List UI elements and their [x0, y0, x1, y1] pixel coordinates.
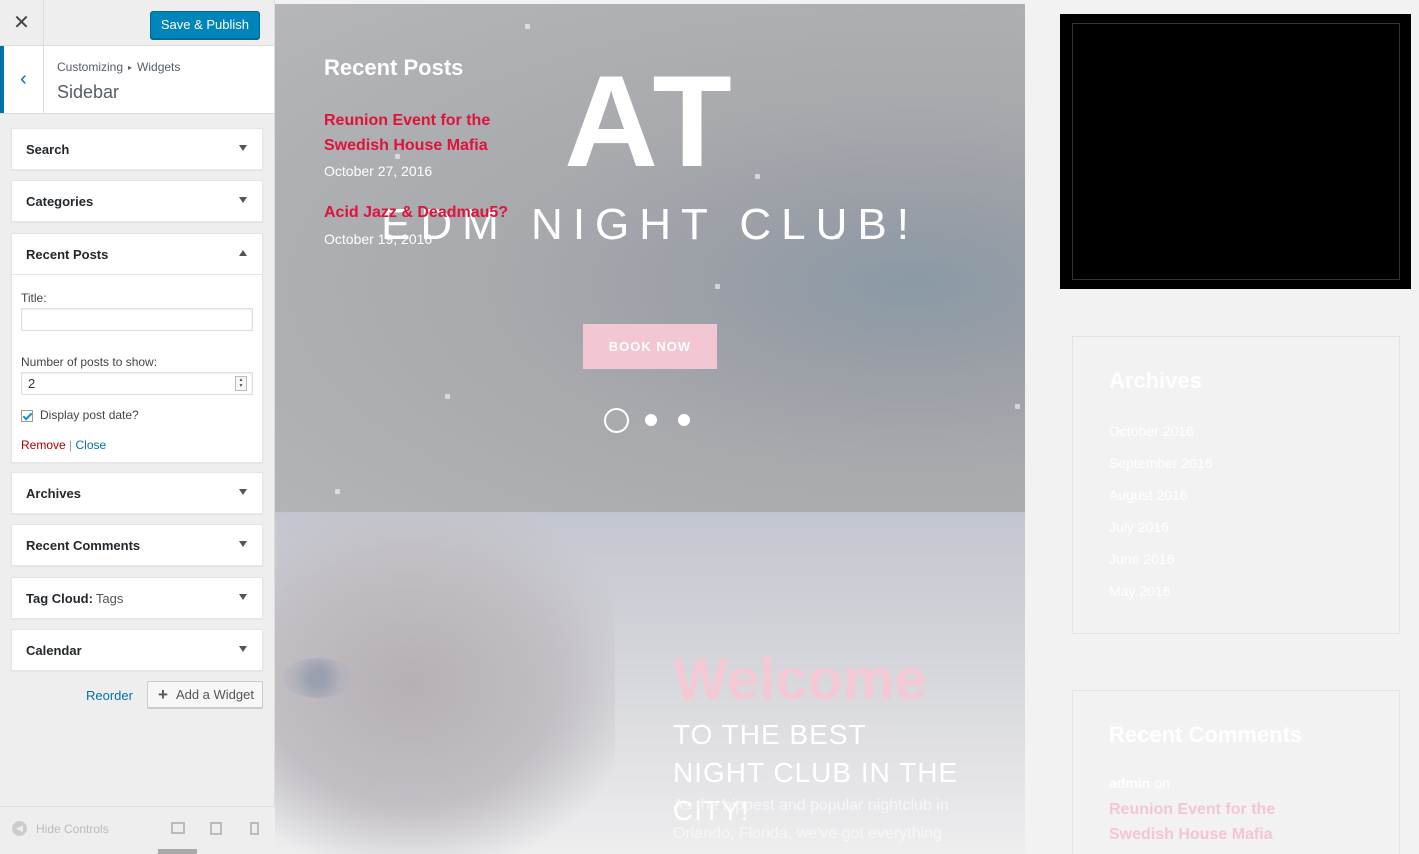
archive-link[interactable]: May 2016 [1109, 583, 1170, 599]
hide-controls-label: Hide Controls [36, 821, 109, 836]
archive-link[interactable]: July 2016 [1109, 519, 1169, 535]
hide-controls-button[interactable]: ◀ Hide Controls [12, 821, 109, 836]
chevron-down-icon[interactable] [239, 646, 247, 652]
comment-author[interactable]: admin [1109, 775, 1150, 791]
active-device-indicator [158, 849, 197, 854]
number-input[interactable]: 2 ▲ ▼ [21, 372, 253, 395]
reorder-link[interactable]: Reorder [86, 688, 133, 703]
section-header: ‹ Customizing ▸ Widgets Sidebar [0, 46, 274, 114]
desktop-icon[interactable] [171, 822, 185, 834]
widget-title: Calendar [26, 642, 82, 658]
chevron-down-icon[interactable] [239, 197, 247, 203]
widget-header[interactable]: Search [12, 129, 262, 169]
comment-on: on [1154, 775, 1170, 791]
display-date-checkbox[interactable] [21, 409, 33, 422]
widget-header[interactable]: Tag Cloud: Tags [12, 578, 262, 618]
spinner-arrows-icon[interactable]: ▲ ▼ [235, 376, 247, 391]
number-label: Number of posts to show: [21, 355, 158, 369]
widget-title: Search [26, 141, 70, 157]
add-widget-label: Add a Widget [175, 687, 254, 702]
widget-categories[interactable]: Categories [11, 180, 263, 222]
customizer-header: ✕ Save & Publish [0, 0, 274, 46]
collapse-icon: ◀ [12, 821, 27, 836]
widget-title: Tag Cloud: [26, 590, 93, 606]
widget-title: Archives [26, 485, 81, 501]
number-value: 2 [28, 376, 36, 391]
chevron-down-icon[interactable] [239, 145, 247, 151]
widget-actions: Remove | Close [21, 438, 253, 452]
widget-header[interactable]: Categories [12, 181, 262, 221]
slider-dot[interactable] [678, 414, 690, 426]
customizer-footer: ◀ Hide Controls [0, 806, 275, 854]
recent-post-date: October 19, 2016 [324, 231, 433, 247]
breadcrumb-root: Customizing [57, 60, 124, 74]
book-now-button[interactable]: BOOK NOW [583, 324, 717, 369]
recent-comments-title: Recent Comments [1109, 722, 1303, 747]
decor-sparkle [715, 284, 720, 289]
comment-meta: admin on [1109, 775, 1170, 791]
background-portrait-eye [283, 658, 353, 698]
decor-sparkle [335, 489, 340, 494]
close-link[interactable]: Close [76, 438, 107, 452]
display-date-label: Display post date? [40, 408, 139, 422]
widget-recent-comments[interactable]: Recent Comments [11, 524, 263, 566]
remove-link[interactable]: Remove [21, 438, 66, 452]
breadcrumb-separator: ▸ [128, 63, 133, 72]
section-title: Sidebar [57, 82, 120, 102]
mobile-icon[interactable] [250, 822, 259, 835]
decor-sparkle [525, 24, 530, 29]
welcome-section: Welcome TO THE BEST NIGHT CLUB IN THE CI… [275, 512, 1025, 854]
archive-link[interactable]: September 2016 [1109, 455, 1213, 471]
display-date-row[interactable]: Display post date? [21, 408, 253, 422]
widget-search[interactable]: Search [11, 128, 263, 170]
chevron-left-icon[interactable]: ‹ [0, 46, 44, 113]
widget-calendar[interactable]: Calendar [11, 629, 263, 671]
slider-dot[interactable] [645, 414, 657, 426]
site-preview: AT EDM NIGHT CLUB! BOOK NOW Welcome TO T… [275, 0, 1419, 854]
plus-icon: + [158, 684, 168, 704]
widget-archives[interactable]: Archives [11, 472, 263, 514]
archive-link[interactable]: August 2016 [1109, 487, 1188, 503]
chevron-up-icon[interactable] [239, 250, 247, 256]
widget-header[interactable]: Recent Posts [12, 234, 262, 274]
chevron-down-icon[interactable] [239, 541, 247, 547]
welcome-intro: As the hippest and popular nightclub in … [673, 797, 949, 842]
welcome-heading: Welcome [673, 647, 927, 712]
close-icon[interactable]: ✕ [0, 0, 44, 45]
action-divider: | [69, 438, 73, 452]
widget-header[interactable]: Calendar [12, 630, 262, 670]
slider-dot[interactable] [604, 408, 629, 433]
widget-title: Recent Comments [26, 537, 141, 553]
widget-recent-posts[interactable]: Recent Posts Title: Number of posts to s… [11, 233, 263, 463]
decor-sparkle [1015, 404, 1020, 409]
comment-post-link[interactable]: Reunion Event for the Swedish House Mafi… [1109, 797, 1339, 847]
chevron-down-icon[interactable] [239, 594, 247, 600]
widget-header[interactable]: Recent Comments [12, 525, 262, 565]
widget-title: Recent Posts [26, 246, 109, 262]
archives-title: Archives [1109, 368, 1202, 393]
tablet-icon[interactable] [210, 822, 222, 835]
recent-posts-widget[interactable] [1060, 14, 1411, 289]
title-input[interactable] [21, 308, 253, 331]
save-publish-button[interactable]: Save & Publish [149, 11, 260, 39]
breadcrumb-current: Widgets [137, 60, 181, 74]
recent-posts-frame [1072, 23, 1400, 280]
add-widget-button[interactable]: + Add a Widget [147, 681, 263, 708]
widget-form: Title: Number of posts to show: 2 ▲ ▼ Dis… [12, 274, 262, 462]
recent-post-link[interactable]: Acid Jazz & Deadmau5? [324, 200, 554, 225]
chevron-down-icon[interactable] [239, 489, 247, 495]
widget-tag-cloud[interactable]: Tag Cloud: Tags [11, 577, 263, 619]
widget-subtitle: Tags [95, 590, 124, 606]
recent-posts-title: Recent Posts [324, 55, 464, 80]
recent-post-date: October 27, 2016 [324, 163, 433, 179]
archive-link[interactable]: June 2016 [1109, 551, 1174, 567]
widget-title: Categories [26, 193, 94, 209]
decor-sparkle [445, 394, 450, 399]
widget-header[interactable]: Archives [12, 473, 262, 513]
customizer-panel: ✕ Save & Publish ‹ Customizing ▸ Widgets S… [0, 0, 275, 854]
archive-link[interactable]: October 2016 [1109, 423, 1194, 439]
recent-post-link[interactable]: Reunion Event for the Swedish House Mafi… [324, 108, 554, 158]
title-label: Title: [21, 291, 47, 305]
breadcrumb: Customizing ▸ Widgets [57, 60, 180, 74]
